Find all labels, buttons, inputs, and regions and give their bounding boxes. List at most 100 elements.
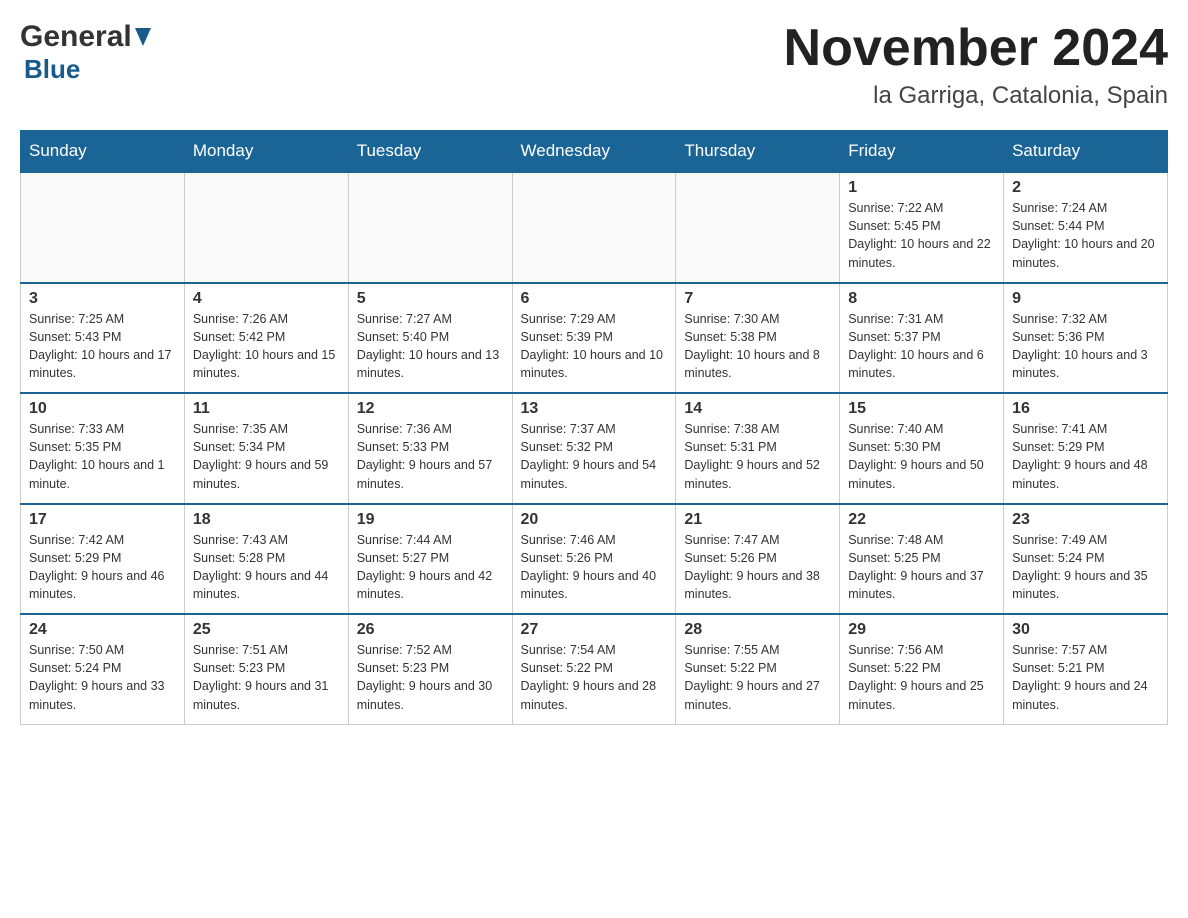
day-info: Sunrise: 7:49 AM Sunset: 5:24 PM Dayligh… xyxy=(1012,531,1159,604)
day-info: Sunrise: 7:41 AM Sunset: 5:29 PM Dayligh… xyxy=(1012,420,1159,493)
calendar-week-2: 3 Sunrise: 7:25 AM Sunset: 5:43 PM Daylig… xyxy=(21,283,1168,394)
weekday-header-wednesday: Wednesday xyxy=(512,131,676,173)
logo-triangle-icon xyxy=(135,28,151,51)
calendar-cell: 3 Sunrise: 7:25 AM Sunset: 5:43 PM Daylig… xyxy=(21,283,185,394)
logo-general-text: General xyxy=(20,20,132,54)
location-title: la Garriga, Catalonia, Spain xyxy=(784,82,1168,110)
day-number: 19 xyxy=(357,511,504,529)
logo-blue-text: Blue xyxy=(24,54,80,84)
day-number: 21 xyxy=(684,511,831,529)
calendar-cell: 22 Sunrise: 7:48 AM Sunset: 5:25 PM Dayli… xyxy=(840,504,1004,615)
day-number: 2 xyxy=(1012,179,1159,197)
day-number: 12 xyxy=(357,400,504,418)
calendar-cell: 16 Sunrise: 7:41 AM Sunset: 5:29 PM Dayli… xyxy=(1004,393,1168,504)
day-info: Sunrise: 7:25 AM Sunset: 5:43 PM Dayligh… xyxy=(29,310,176,383)
day-info: Sunrise: 7:52 AM Sunset: 5:23 PM Dayligh… xyxy=(357,641,504,714)
calendar-cell: 1 Sunrise: 7:22 AM Sunset: 5:45 PM Daylig… xyxy=(840,172,1004,283)
day-info: Sunrise: 7:48 AM Sunset: 5:25 PM Dayligh… xyxy=(848,531,995,604)
day-number: 14 xyxy=(684,400,831,418)
day-info: Sunrise: 7:38 AM Sunset: 5:31 PM Dayligh… xyxy=(684,420,831,493)
calendar-week-3: 10 Sunrise: 7:33 AM Sunset: 5:35 PM Dayli… xyxy=(21,393,1168,504)
day-info: Sunrise: 7:31 AM Sunset: 5:37 PM Dayligh… xyxy=(848,310,995,383)
day-info: Sunrise: 7:54 AM Sunset: 5:22 PM Dayligh… xyxy=(521,641,668,714)
logo: General Blue xyxy=(20,20,151,85)
title-section: November 2024 la Garriga, Catalonia, Spa… xyxy=(784,20,1168,110)
calendar-cell: 27 Sunrise: 7:54 AM Sunset: 5:22 PM Dayli… xyxy=(512,614,676,724)
day-info: Sunrise: 7:40 AM Sunset: 5:30 PM Dayligh… xyxy=(848,420,995,493)
day-number: 13 xyxy=(521,400,668,418)
calendar-cell: 9 Sunrise: 7:32 AM Sunset: 5:36 PM Daylig… xyxy=(1004,283,1168,394)
day-number: 25 xyxy=(193,621,340,639)
calendar-cell: 20 Sunrise: 7:46 AM Sunset: 5:26 PM Dayli… xyxy=(512,504,676,615)
day-number: 7 xyxy=(684,290,831,308)
calendar-cell: 30Sunrise: 7:57 AM Sunset: 5:21 PM Dayli… xyxy=(1004,614,1168,724)
calendar-cell: 13 Sunrise: 7:37 AM Sunset: 5:32 PM Dayli… xyxy=(512,393,676,504)
calendar-cell xyxy=(184,172,348,283)
day-number: 9 xyxy=(1012,290,1159,308)
day-number: 20 xyxy=(521,511,668,529)
day-info: Sunrise: 7:43 AM Sunset: 5:28 PM Dayligh… xyxy=(193,531,340,604)
calendar-cell: 25 Sunrise: 7:51 AM Sunset: 5:23 PM Dayli… xyxy=(184,614,348,724)
calendar-cell: 11Sunrise: 7:35 AM Sunset: 5:34 PM Dayli… xyxy=(184,393,348,504)
day-number: 3 xyxy=(29,290,176,308)
day-info: Sunrise: 7:27 AM Sunset: 5:40 PM Dayligh… xyxy=(357,310,504,383)
day-info: Sunrise: 7:37 AM Sunset: 5:32 PM Dayligh… xyxy=(521,420,668,493)
day-number: 27 xyxy=(521,621,668,639)
calendar-cell xyxy=(348,172,512,283)
calendar-week-5: 24Sunrise: 7:50 AM Sunset: 5:24 PM Dayli… xyxy=(21,614,1168,724)
day-number: 4 xyxy=(193,290,340,308)
day-number: 16 xyxy=(1012,400,1159,418)
day-info: Sunrise: 7:33 AM Sunset: 5:35 PM Dayligh… xyxy=(29,420,176,493)
calendar-cell: 24Sunrise: 7:50 AM Sunset: 5:24 PM Dayli… xyxy=(21,614,185,724)
day-number: 28 xyxy=(684,621,831,639)
day-number: 23 xyxy=(1012,511,1159,529)
day-number: 22 xyxy=(848,511,995,529)
day-number: 18 xyxy=(193,511,340,529)
calendar-table: SundayMondayTuesdayWednesdayThursdayFrid… xyxy=(20,130,1168,725)
day-info: Sunrise: 7:57 AM Sunset: 5:21 PM Dayligh… xyxy=(1012,641,1159,714)
calendar-week-1: 1 Sunrise: 7:22 AM Sunset: 5:45 PM Daylig… xyxy=(21,172,1168,283)
day-info: Sunrise: 7:26 AM Sunset: 5:42 PM Dayligh… xyxy=(193,310,340,383)
weekday-header-saturday: Saturday xyxy=(1004,131,1168,173)
calendar-cell: 26 Sunrise: 7:52 AM Sunset: 5:23 PM Dayli… xyxy=(348,614,512,724)
calendar-cell: 29Sunrise: 7:56 AM Sunset: 5:22 PM Dayli… xyxy=(840,614,1004,724)
day-info: Sunrise: 7:35 AM Sunset: 5:34 PM Dayligh… xyxy=(193,420,340,493)
day-number: 15 xyxy=(848,400,995,418)
weekday-header-tuesday: Tuesday xyxy=(348,131,512,173)
day-number: 10 xyxy=(29,400,176,418)
day-info: Sunrise: 7:42 AM Sunset: 5:29 PM Dayligh… xyxy=(29,531,176,604)
day-number: 8 xyxy=(848,290,995,308)
day-info: Sunrise: 7:29 AM Sunset: 5:39 PM Dayligh… xyxy=(521,310,668,383)
calendar-cell: 4 Sunrise: 7:26 AM Sunset: 5:42 PM Daylig… xyxy=(184,283,348,394)
page-header: General Blue November 2024 la Garriga, C… xyxy=(20,20,1168,110)
day-info: Sunrise: 7:32 AM Sunset: 5:36 PM Dayligh… xyxy=(1012,310,1159,383)
day-info: Sunrise: 7:51 AM Sunset: 5:23 PM Dayligh… xyxy=(193,641,340,714)
day-number: 26 xyxy=(357,621,504,639)
day-info: Sunrise: 7:44 AM Sunset: 5:27 PM Dayligh… xyxy=(357,531,504,604)
calendar-cell: 23 Sunrise: 7:49 AM Sunset: 5:24 PM Dayli… xyxy=(1004,504,1168,615)
day-number: 5 xyxy=(357,290,504,308)
calendar-cell: 19 Sunrise: 7:44 AM Sunset: 5:27 PM Dayli… xyxy=(348,504,512,615)
day-number: 29 xyxy=(848,621,995,639)
day-info: Sunrise: 7:55 AM Sunset: 5:22 PM Dayligh… xyxy=(684,641,831,714)
calendar-cell: 8 Sunrise: 7:31 AM Sunset: 5:37 PM Daylig… xyxy=(840,283,1004,394)
day-info: Sunrise: 7:36 AM Sunset: 5:33 PM Dayligh… xyxy=(357,420,504,493)
day-number: 1 xyxy=(848,179,995,197)
weekday-header-row: SundayMondayTuesdayWednesdayThursdayFrid… xyxy=(21,131,1168,173)
calendar-cell: 28 Sunrise: 7:55 AM Sunset: 5:22 PM Dayli… xyxy=(676,614,840,724)
day-info: Sunrise: 7:22 AM Sunset: 5:45 PM Dayligh… xyxy=(848,199,995,272)
day-info: Sunrise: 7:30 AM Sunset: 5:38 PM Dayligh… xyxy=(684,310,831,383)
calendar-cell xyxy=(512,172,676,283)
day-number: 6 xyxy=(521,290,668,308)
day-info: Sunrise: 7:46 AM Sunset: 5:26 PM Dayligh… xyxy=(521,531,668,604)
calendar-cell: 7 Sunrise: 7:30 AM Sunset: 5:38 PM Daylig… xyxy=(676,283,840,394)
calendar-cell xyxy=(21,172,185,283)
calendar-cell xyxy=(676,172,840,283)
calendar-cell: 6 Sunrise: 7:29 AM Sunset: 5:39 PM Daylig… xyxy=(512,283,676,394)
weekday-header-sunday: Sunday xyxy=(21,131,185,173)
day-info: Sunrise: 7:24 AM Sunset: 5:44 PM Dayligh… xyxy=(1012,199,1159,272)
month-title: November 2024 xyxy=(784,20,1168,77)
calendar-cell: 15 Sunrise: 7:40 AM Sunset: 5:30 PM Dayli… xyxy=(840,393,1004,504)
day-number: 24 xyxy=(29,621,176,639)
weekday-header-friday: Friday xyxy=(840,131,1004,173)
